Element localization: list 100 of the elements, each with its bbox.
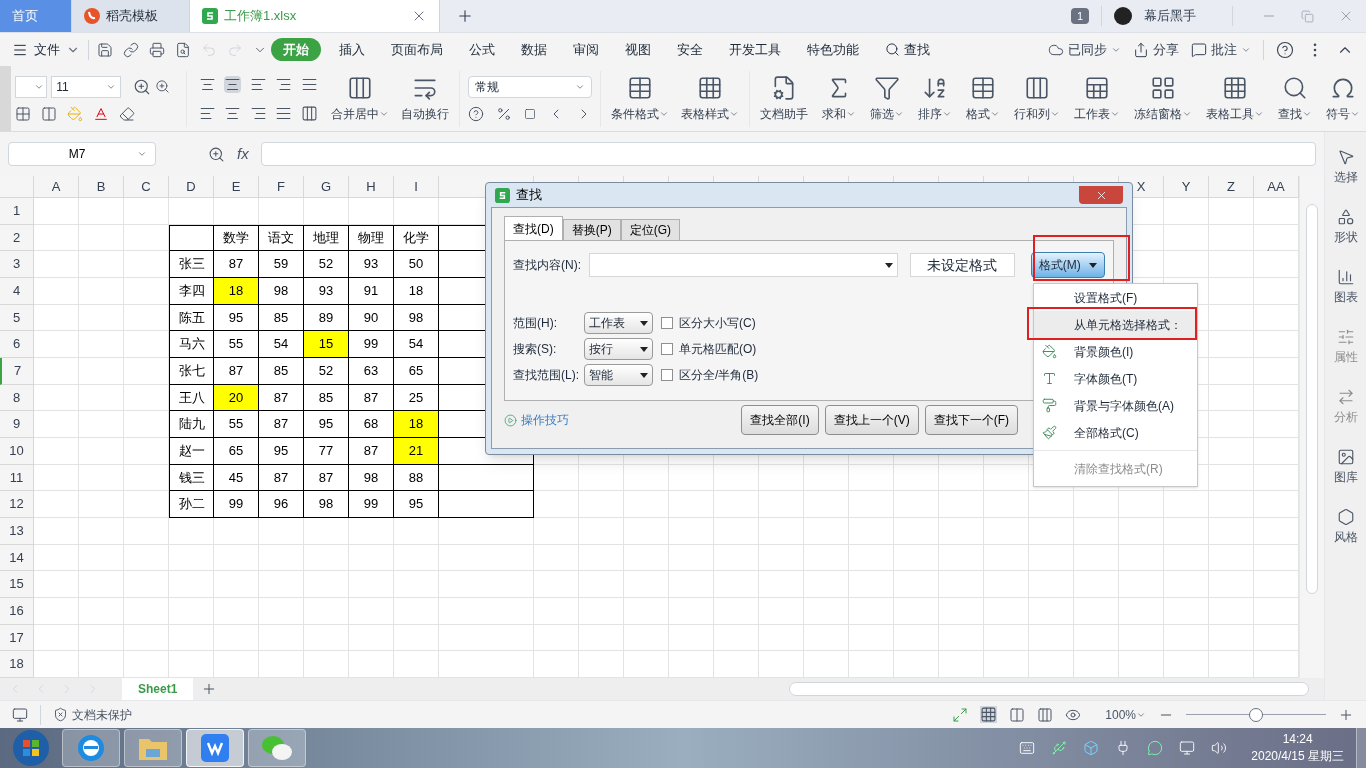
grid-cell[interactable] (79, 331, 124, 358)
grid-cell[interactable] (624, 491, 669, 519)
grid-cell[interactable] (624, 464, 669, 492)
grid-cell[interactable] (1209, 544, 1254, 572)
grid-cell[interactable] (349, 571, 394, 599)
search-button[interactable]: 查找 (885, 39, 930, 60)
row-header[interactable]: 10 (0, 438, 34, 465)
grid-cell[interactable] (34, 598, 79, 625)
restore-icon[interactable] (1301, 9, 1314, 23)
option-select[interactable]: 工作表 (584, 312, 653, 334)
grid-cell[interactable] (894, 544, 939, 572)
grid-cell[interactable] (259, 544, 304, 572)
grid-cell[interactable] (169, 571, 214, 599)
grid-cell[interactable] (79, 438, 124, 465)
taskbar-app[interactable] (124, 729, 182, 767)
grid-cell[interactable] (304, 518, 349, 545)
grid-cell[interactable] (1119, 491, 1164, 519)
grid-cell[interactable] (1119, 598, 1164, 625)
function-label[interactable]: fx (237, 142, 249, 166)
grid-cell[interactable] (214, 518, 259, 545)
start-orb-icon[interactable] (12, 729, 50, 767)
row-header[interactable]: 3 (0, 251, 34, 278)
column-header[interactable]: E (214, 176, 259, 197)
grid-cell[interactable] (714, 464, 759, 492)
grid-cell[interactable] (984, 464, 1029, 492)
grid-cell[interactable] (1119, 571, 1164, 599)
format-button[interactable]: 格式(M) (1030, 252, 1105, 278)
grid-cell[interactable] (1119, 624, 1164, 652)
grid-cell[interactable] (1074, 544, 1119, 572)
ribbon-tab[interactable]: 页面布局 (391, 39, 443, 60)
grid-cell[interactable] (1164, 598, 1209, 625)
grid-cell[interactable] (394, 544, 439, 572)
dialog-tab[interactable]: 替换(P) (562, 219, 621, 240)
grid-cell[interactable] (259, 598, 304, 625)
grid-cell[interactable] (939, 544, 984, 572)
ribbon-tab[interactable]: 插入 (339, 39, 365, 60)
grid-cell[interactable] (1164, 491, 1209, 519)
grid-cell[interactable] (34, 438, 79, 465)
grid-cell[interactable] (1074, 598, 1119, 625)
grid-cell[interactable] (1029, 624, 1074, 652)
ribbon-tab[interactable]: 审阅 (573, 39, 599, 60)
border-icon[interactable] (15, 105, 32, 122)
grid-cell[interactable] (759, 571, 804, 599)
grid-cell[interactable] (1209, 278, 1254, 305)
volume-icon[interactable] (1211, 740, 1228, 756)
sidebar-button[interactable]: 图库 (1333, 448, 1358, 486)
ribbon-tab[interactable]: 开发工具 (729, 39, 781, 60)
new-tab-icon[interactable] (456, 7, 474, 25)
toolbar-button[interactable]: 行和列 (1008, 69, 1066, 128)
grid-cell[interactable] (894, 571, 939, 599)
column-header[interactable]: G (304, 176, 349, 197)
grid-cell[interactable] (34, 278, 79, 305)
grid-cell[interactable] (1209, 224, 1254, 252)
grid-cell[interactable] (439, 571, 534, 599)
grid-cell[interactable] (1209, 384, 1254, 412)
grid-cell[interactable] (349, 518, 394, 545)
grid-cell[interactable] (669, 464, 714, 492)
grid-cell[interactable] (169, 518, 214, 545)
sidebar-button[interactable]: 形状 (1333, 208, 1358, 246)
toolbar-button[interactable]: 自动换行 (394, 69, 455, 128)
grid-cell[interactable] (259, 624, 304, 652)
menu-item[interactable]: 从单元格选择格式： (1034, 311, 1197, 338)
grid-cell[interactable] (214, 544, 259, 572)
grid-cell[interactable] (34, 251, 79, 278)
grid-cell[interactable] (439, 518, 534, 545)
monitor-icon[interactable] (12, 706, 28, 723)
font-size-field[interactable]: 11 (51, 75, 122, 98)
grid-cell[interactable] (984, 624, 1029, 652)
grid-cell[interactable] (534, 518, 579, 545)
ribbon-tab[interactable]: 特色功能 (807, 39, 859, 60)
grid-cell[interactable] (1209, 491, 1254, 519)
close-button[interactable] (1079, 186, 1123, 204)
row-header[interactable]: 14 (0, 544, 34, 572)
grid-cell[interactable] (169, 624, 214, 652)
grid-cell[interactable] (579, 571, 624, 599)
grid-cell[interactable] (1209, 438, 1254, 465)
grid-cell[interactable] (894, 464, 939, 492)
row-header[interactable]: 8 (0, 384, 34, 412)
grid-view-icon[interactable] (980, 706, 998, 723)
document-tab[interactable]: 稻壳模板 (72, 0, 190, 32)
fullscreen-icon[interactable] (952, 706, 969, 723)
grid-cell[interactable] (394, 598, 439, 625)
grid-cell[interactable] (579, 544, 624, 572)
grid-cell[interactable] (1029, 571, 1074, 599)
grid-cell[interactable] (759, 544, 804, 572)
grid-cell[interactable] (804, 464, 849, 492)
grid-cell[interactable] (759, 598, 804, 625)
grid-cell[interactable] (1119, 518, 1164, 545)
menu-item[interactable]: 全部格式(C) (1034, 419, 1197, 446)
grid-cell[interactable] (804, 544, 849, 572)
grid-cell[interactable] (79, 358, 124, 385)
toolbar-button[interactable]: 表格样式 (675, 69, 746, 128)
grid-cell[interactable] (34, 544, 79, 572)
share-button[interactable]: 分享 (1133, 39, 1179, 60)
grid-cell[interactable] (304, 198, 349, 225)
row-header[interactable]: 17 (0, 624, 34, 652)
grid-cell[interactable] (1209, 411, 1254, 439)
grid-cell[interactable] (534, 624, 579, 652)
ribbon-tab[interactable]: 视图 (625, 39, 651, 60)
page-view-icon[interactable] (1009, 706, 1026, 723)
